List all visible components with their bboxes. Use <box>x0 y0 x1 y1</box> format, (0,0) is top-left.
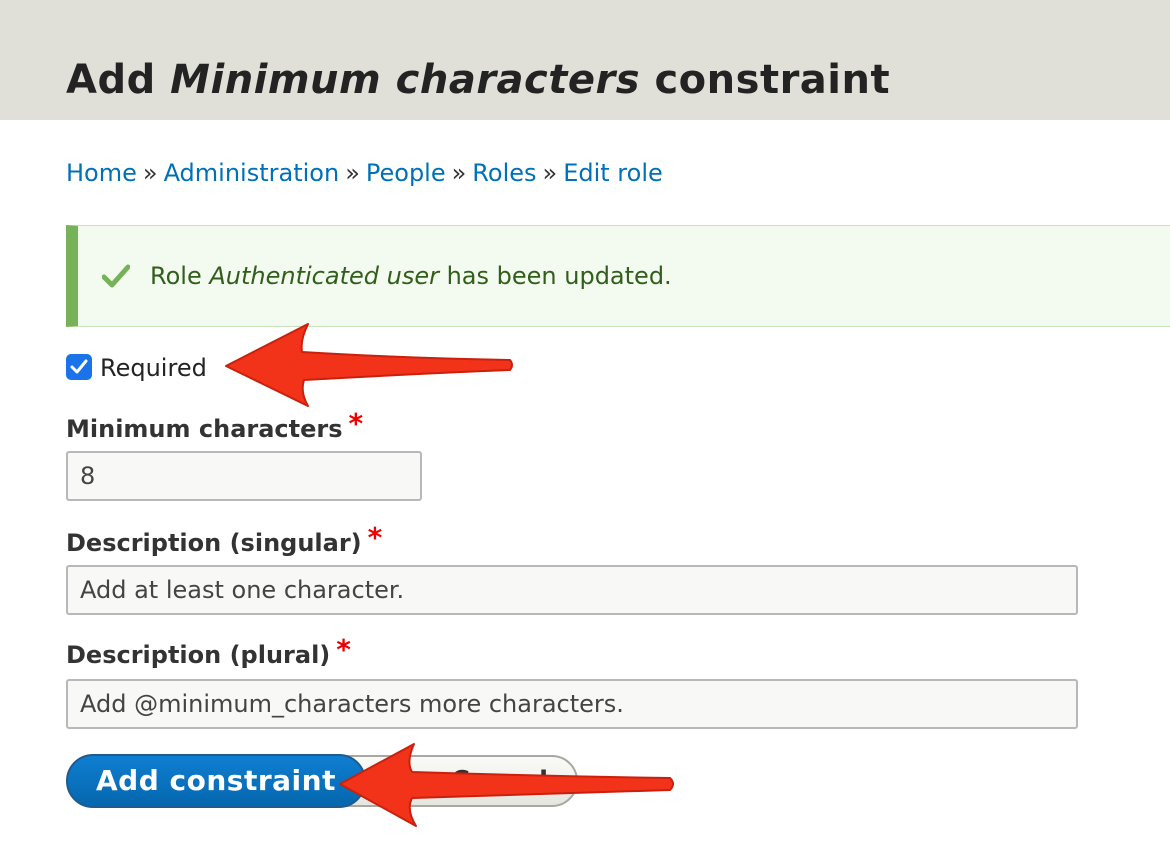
status-message: Role Authenticated user has been updated… <box>66 225 1170 327</box>
breadcrumb-separator: » <box>451 159 467 187</box>
red-arrow-icon <box>339 743 674 827</box>
status-message-text: Role Authenticated user has been updated… <box>150 262 672 290</box>
required-checkbox-label[interactable]: Required <box>100 352 207 384</box>
add-constraint-button[interactable]: Add constraint <box>66 754 366 808</box>
description-plural-input[interactable]: Add @minimum_characters more characters. <box>66 679 1078 729</box>
breadcrumb-separator: » <box>142 159 158 187</box>
required-marker: * <box>367 521 383 554</box>
required-marker: * <box>348 407 364 440</box>
required-marker: * <box>336 633 351 666</box>
description-plural-label: Description (plural) * <box>66 633 351 670</box>
required-checkbox[interactable] <box>66 354 92 380</box>
breadcrumb: Home» Administration» People» Roles» Edit ro… <box>66 157 663 189</box>
breadcrumb-people[interactable]: People <box>366 159 446 187</box>
description-singular-input[interactable]: Add at least one character. <box>66 565 1078 615</box>
breadcrumb-separator: » <box>345 159 360 187</box>
min-characters-input[interactable]: 8 <box>66 451 422 501</box>
description-singular-label: Description (singular) * <box>66 521 383 558</box>
checkmark-icon <box>102 264 130 288</box>
page-title: Add Minimum characters constraint <box>66 57 891 103</box>
page-header: Add Minimum characters constraint <box>0 0 1170 120</box>
breadcrumb-separator: » <box>542 159 558 187</box>
breadcrumb-home[interactable]: Home <box>66 159 137 187</box>
breadcrumb-administration[interactable]: Administration <box>164 159 340 187</box>
breadcrumb-roles[interactable]: Roles <box>472 159 536 187</box>
min-characters-label: Minimum characters * <box>66 407 364 444</box>
breadcrumb-edit-role[interactable]: Edit role <box>563 159 663 187</box>
red-arrow-icon <box>225 323 513 407</box>
checkmark-icon <box>70 359 88 374</box>
